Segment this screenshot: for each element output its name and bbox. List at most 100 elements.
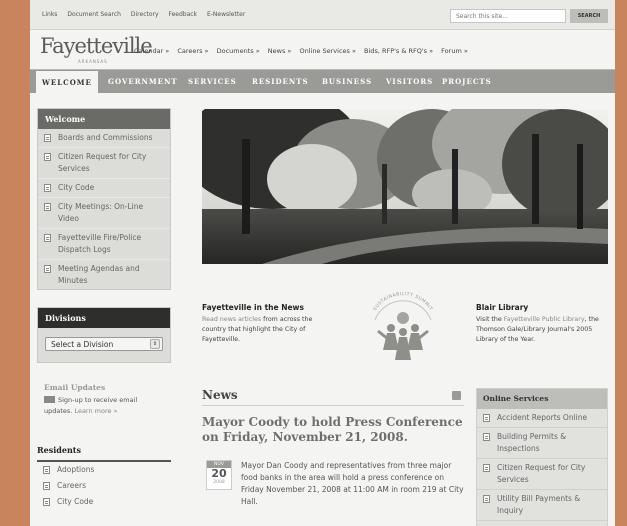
welcome-title: Welcome (38, 109, 170, 129)
news-title: News (202, 388, 238, 402)
document-icon (43, 498, 50, 506)
document-icon (44, 203, 51, 211)
main-nav: Calendar » Careers » Documents » News » … (134, 47, 474, 55)
news-body: Mayor Dan Coody and representatives from… (241, 461, 464, 506)
document-icon (44, 153, 51, 161)
document-icon (44, 234, 51, 242)
welcome-item-city-code[interactable]: City Code (38, 178, 170, 197)
nav-bids[interactable]: Bids, RFP's & RFQ's » (364, 47, 433, 55)
online-item-label: Building Permits & Inspections (497, 432, 567, 453)
nav-calendar[interactable]: Calendar » (134, 47, 169, 55)
nav-forum[interactable]: Forum » (441, 47, 468, 55)
date-year: 2008 (213, 480, 225, 485)
division-select[interactable]: Select a Division ⇕ (45, 337, 163, 351)
sustainability-logo-text: SUSTAINABILITY SUMMIT (372, 291, 434, 312)
utility-link-document-search[interactable]: Document Search (67, 11, 121, 18)
news-headline[interactable]: Mayor Coody to hold Press Conference on … (202, 415, 472, 445)
read-news-link[interactable]: Read news articles (202, 316, 261, 323)
utility-link-directory[interactable]: Directory (131, 11, 159, 18)
utility-bar: Links Document Search Directory Feedback… (30, 0, 615, 30)
library-title[interactable]: Blair Library (476, 303, 606, 313)
residents-item-adoptions[interactable]: Adoptions (37, 462, 171, 478)
document-icon (483, 495, 490, 503)
welcome-item-boards[interactable]: Boards and Commissions (38, 129, 170, 147)
document-icon (44, 184, 51, 192)
tab-residents[interactable]: RESIDENTS (252, 70, 309, 94)
nav-careers[interactable]: Careers » (177, 47, 208, 55)
utility-links: Links Document Search Directory Feedback… (42, 11, 253, 18)
residents-item-label: Adoptions (57, 465, 95, 474)
date-day: 20 (211, 467, 227, 480)
document-icon (43, 466, 50, 474)
welcome-item-meeting-agendas[interactable]: Meeting Agendas and Minutes (38, 259, 170, 290)
nav-documents[interactable]: Documents » (217, 47, 260, 55)
welcome-list: Boards and Commissions Citizen Request f… (38, 129, 170, 290)
online-item-utility-bill[interactable]: Utility Bill Payments & Inquiry (477, 490, 607, 521)
park-photo (202, 109, 608, 264)
document-icon (44, 134, 51, 142)
news-feature: Fayetteville in the News Read news artic… (202, 303, 332, 345)
document-icon (483, 414, 490, 422)
utility-link-links[interactable]: Links (42, 11, 57, 18)
welcome-item-label: Fayetteville Fire/Police Dispatch Logs (58, 233, 142, 254)
tab-business[interactable]: BUSINESS (322, 70, 372, 94)
welcome-item-citizen-request[interactable]: Citizen Request for City Services (38, 147, 170, 178)
residents-box: Residents Adoptions Careers City Code (37, 443, 171, 510)
document-icon (483, 464, 490, 472)
search-input[interactable]: Search this site... (450, 9, 566, 23)
public-library-link[interactable]: Fayetteville Public Library (504, 316, 585, 323)
utility-link-feedback[interactable]: Feedback (168, 11, 197, 18)
library-text: Visit the Fayetteville Public Library, t… (476, 315, 606, 345)
online-services-title: Online Services (477, 389, 607, 409)
rss-icon[interactable] (452, 391, 461, 400)
tab-projects[interactable]: PROJECTS (442, 70, 492, 94)
residents-item-careers[interactable]: Careers (37, 478, 171, 494)
news-feature-text: Read news articles from across the count… (202, 315, 332, 345)
online-item-label: Utility Bill Payments & Inquiry (497, 494, 581, 515)
online-item-citizen-request[interactable]: Citizen Request for City Services (477, 459, 607, 490)
welcome-item-dispatch-logs[interactable]: Fayetteville Fire/Police Dispatch Logs (38, 228, 170, 259)
residents-item-city-code[interactable]: City Code (37, 494, 171, 510)
welcome-item-label: City Meetings: On-Line Video (58, 202, 144, 223)
hero-image (202, 109, 608, 264)
svg-text:SUSTAINABILITY SUMMIT: SUSTAINABILITY SUMMIT (372, 291, 434, 312)
online-item-accident-reports[interactable]: Accident Reports Online (477, 409, 607, 428)
online-item-label: Citizen Request for City Services (497, 463, 586, 484)
document-icon (483, 433, 490, 441)
date-badge: NOV 20 2008 (206, 460, 232, 490)
utility-link-e-newsletter[interactable]: E-Newsletter (207, 11, 245, 18)
division-select-value: Select a Division (51, 340, 114, 349)
library-text-pre: Visit the (476, 316, 504, 323)
welcome-item-city-meetings[interactable]: City Meetings: On-Line Video (38, 197, 170, 228)
sustainability-label: SUSTAINABILITY SUMMIT (372, 291, 433, 312)
select-arrows-icon: ⇕ (150, 339, 160, 349)
sustainability-summit-logo[interactable]: SUSTAINABILITY SUMMIT (363, 290, 443, 370)
online-item-label: Accident Reports Online (497, 413, 588, 422)
search-button[interactable]: SEARCH (570, 9, 608, 23)
email-updates-text: Sign-up to receive email updates. Learn … (44, 395, 166, 417)
tab-government[interactable]: GOVERNMENT (108, 70, 178, 94)
nav-news[interactable]: News » (268, 47, 292, 55)
online-services-box: Online Services Accident Reports Online … (476, 388, 608, 526)
document-icon (43, 482, 50, 490)
tab-services[interactable]: SERVICES (188, 70, 237, 94)
logo-subtitle: ARKANSAS (78, 59, 108, 64)
welcome-item-label: Meeting Agendas and Minutes (58, 264, 140, 285)
page: Links Document Search Directory Feedback… (30, 0, 615, 526)
nav-online-services[interactable]: Online Services » (299, 47, 356, 55)
residents-item-label: City Code (57, 497, 94, 506)
tab-visitors[interactable]: VISITORS (386, 70, 433, 94)
online-item-building-permits[interactable]: Building Permits & Inspections (477, 428, 607, 459)
mail-icon (44, 396, 55, 403)
welcome-item-label: Boards and Commissions (58, 133, 153, 142)
divisions-box: Divisions Select a Division ⇕ (37, 307, 171, 363)
divisions-title: Divisions (38, 308, 170, 328)
email-updates: Email Updates Sign-up to receive email u… (44, 383, 166, 417)
news-feature-title[interactable]: Fayetteville in the News (202, 303, 332, 313)
residents-title: Residents (37, 443, 171, 462)
email-updates-title: Email Updates (44, 383, 106, 392)
tab-welcome[interactable]: WELCOME (36, 71, 98, 94)
learn-more-link[interactable]: Learn more » (74, 407, 117, 415)
news-divider (202, 405, 464, 406)
document-icon (44, 265, 51, 273)
